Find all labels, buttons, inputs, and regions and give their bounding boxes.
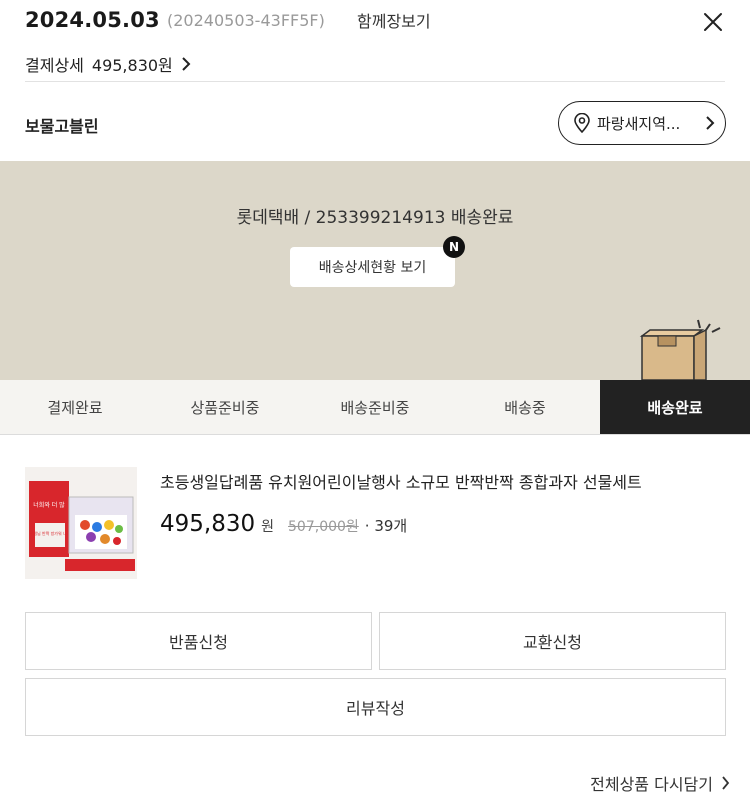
step-preparing-product: 상품준비중 (190, 398, 260, 417)
step-in-transit: 배송중 (504, 398, 546, 417)
payment-detail-amount: 495,830원 (91, 56, 173, 75)
product-price: 495,830 (160, 511, 256, 537)
svg-text:선생님 반짝 방가워 나랑: 선생님 반짝 방가워 나랑 (30, 530, 71, 536)
step-delivered: 배송완료 (600, 380, 750, 434)
product-image: 너희와 더 많 선생님 반짝 방가워 나랑 (25, 467, 137, 579)
order-date: 2024.05.03 (25, 8, 160, 32)
product-quantity: · 39개 (364, 517, 408, 535)
svg-text:너희와 더 많: 너희와 더 많 (33, 501, 65, 509)
payment-detail-label: 결제상세 (25, 56, 84, 75)
seller-name: 보물고블린 (25, 117, 99, 136)
chevron-right-icon (706, 116, 715, 130)
region-button-label: 파랑새지역... (597, 114, 681, 133)
product-thumbnail[interactable]: 너희와 더 많 선생님 반짝 방가워 나랑 (25, 467, 137, 579)
delivery-steps: 결제완료 상품준비중 배송준비중 배송중 배송완료 (0, 380, 750, 435)
new-badge: N (443, 236, 465, 258)
divider (25, 81, 725, 82)
location-pin-icon (574, 113, 590, 133)
step-payment-complete: 결제완료 (47, 398, 103, 417)
shipping-info: 롯데택배 / 253399214913 배송완료 (236, 208, 514, 228)
original-price: 507,000원 (288, 519, 359, 535)
price-row: 495,830 원 507,000원 · 39개 (160, 511, 407, 537)
shipping-detail-button[interactable]: 배송상세현황 보기 (290, 247, 455, 287)
price-currency: 원 (261, 519, 275, 535)
step-preparing-shipment: 배송준비중 (340, 398, 410, 417)
chevron-right-icon (722, 776, 730, 790)
exchange-request-button[interactable]: 교환신청 (379, 612, 726, 670)
region-button[interactable]: 파랑새지역... (558, 101, 726, 145)
return-request-button[interactable]: 반품신청 (25, 612, 372, 670)
reorder-all-link[interactable]: 전체상품 다시담기 (590, 771, 730, 795)
order-header: 2024.05.03 (20240503-43FF5F) 함께장보기 (25, 8, 725, 38)
payment-detail-link[interactable]: 결제상세 495,830원 (25, 52, 191, 76)
order-code: (20240503-43FF5F) (167, 11, 325, 30)
view-together-link[interactable]: 함께장보기 (357, 8, 431, 32)
close-icon[interactable] (701, 10, 725, 34)
reorder-all-label: 전체상품 다시담기 (590, 775, 713, 794)
delivery-box-icon (639, 319, 721, 380)
shipping-banner: 롯데택배 / 253399214913 배송완료 배송상세현황 보기 N (0, 161, 750, 380)
chevron-right-icon (182, 57, 191, 71)
product-item[interactable]: 너희와 더 많 선생님 반짝 방가워 나랑 초등생일답례품 유치원어린이날행사 … (25, 467, 725, 579)
product-name[interactable]: 초등생일답례품 유치원어린이날행사 소규모 반짝반짝 종합과자 선물세트 (160, 469, 642, 493)
write-review-button[interactable]: 리뷰작성 (25, 678, 726, 736)
